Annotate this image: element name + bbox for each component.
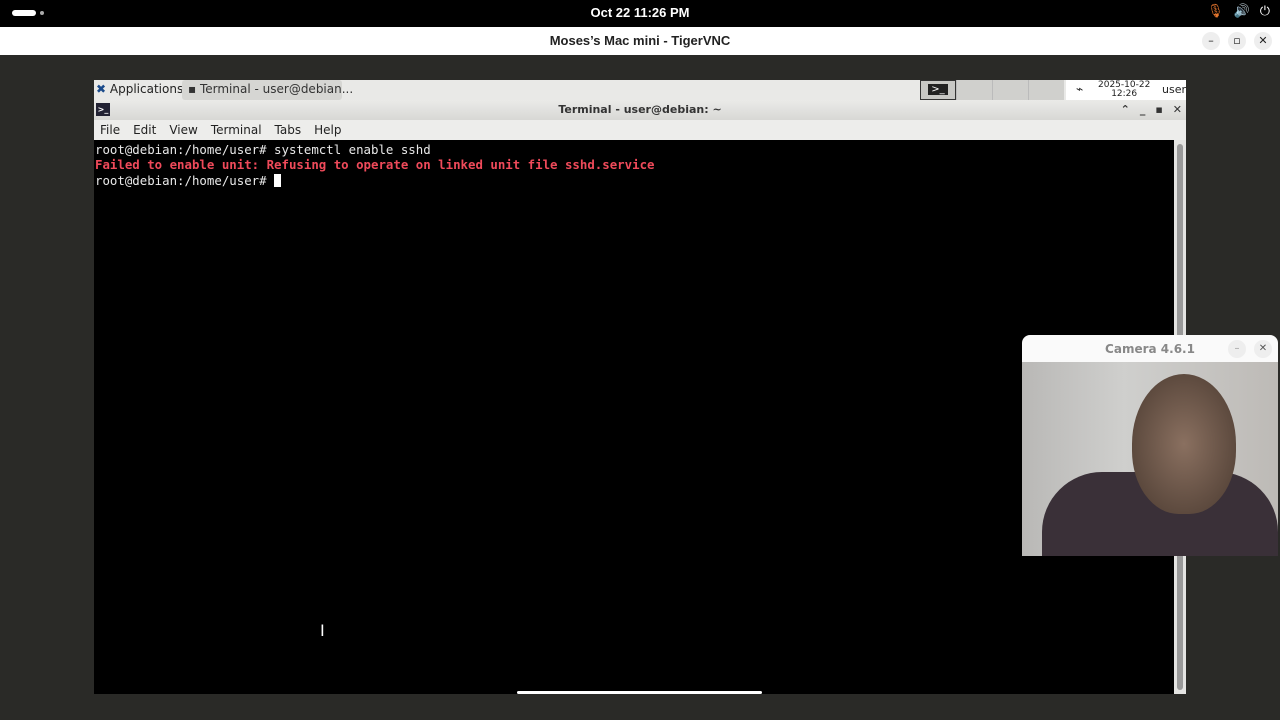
text-cursor-icon: I: [320, 621, 325, 640]
xfce-panel: ✖ Applications ▪ Terminal - user@debian.…: [94, 80, 1186, 100]
applications-label: Applications: [109, 82, 184, 96]
terminal-cursor: [274, 173, 282, 187]
maximize-button[interactable]: ▫: [1228, 32, 1246, 50]
terminal-icon: ▪: [188, 82, 197, 96]
clock[interactable]: Oct 22 11:26 PM: [0, 5, 1280, 20]
network-icon[interactable]: ⌁: [1076, 82, 1083, 96]
menu-view[interactable]: View: [169, 120, 197, 140]
camera-video-feed: [1022, 362, 1278, 556]
close-button[interactable]: ✕: [1254, 32, 1272, 50]
menu-terminal[interactable]: Terminal: [211, 120, 262, 140]
workspace-3[interactable]: [992, 80, 1028, 100]
workspace-1[interactable]: >_: [920, 80, 956, 100]
microphone-icon[interactable]: 🎙: [1207, 4, 1224, 19]
menu-file[interactable]: File: [100, 120, 120, 140]
workspace-4[interactable]: [1028, 80, 1064, 100]
xfce-logo-icon: ✖: [96, 82, 107, 96]
applications-menu[interactable]: ✖ Applications: [96, 82, 183, 96]
menu-edit[interactable]: Edit: [133, 120, 156, 140]
terminal-app-icon: >_: [96, 103, 110, 116]
shade-button[interactable]: ⌃: [1121, 100, 1130, 120]
home-indicator[interactable]: [517, 691, 762, 694]
power-icon[interactable]: ⏻: [1260, 4, 1270, 19]
system-top-bar: Oct 22 11:26 PM 🎙 🔊 ⏻: [0, 0, 1280, 27]
user-menu[interactable]: user: [1162, 83, 1186, 96]
workspace-2[interactable]: [956, 80, 992, 100]
terminal-titlebar: >_ Terminal - user@debian: ~ ⌃ _ ▪ ✕: [94, 100, 1186, 120]
menu-help[interactable]: Help: [314, 120, 341, 140]
terminal-line-error: Failed to enable unit: Refusing to opera…: [95, 157, 655, 173]
terminal-menubar: File Edit View Terminal Tabs Help: [94, 120, 1186, 140]
terminal-minimize-button[interactable]: _: [1140, 100, 1146, 120]
terminal-close-button[interactable]: ✕: [1173, 100, 1182, 120]
terminal-title: Terminal - user@debian: ~: [558, 103, 722, 116]
camera-minimize-button[interactable]: –: [1228, 340, 1246, 358]
terminal-output[interactable]: root@debian:/home/user# systemctl enable…: [94, 140, 1174, 694]
prompt-text: root@debian:/home/user#: [95, 172, 275, 188]
vnc-window-title: Moses’s Mac mini - TigerVNC: [549, 33, 731, 48]
taskbar-label: Terminal - user@debian...: [199, 82, 354, 96]
camera-close-button[interactable]: ✕: [1254, 340, 1272, 358]
taskbar-terminal[interactable]: ▪ Terminal - user@debian...: [182, 80, 353, 100]
vnc-window-titlebar: Moses’s Mac mini - TigerVNC – ▫ ✕: [0, 27, 1280, 55]
terminal-line-prompt: root@debian:/home/user#: [95, 173, 1173, 188]
system-tray: ⌁ 2025-10-22 12:26 user: [1066, 80, 1186, 100]
menu-tabs[interactable]: Tabs: [275, 120, 302, 140]
person-head: [1132, 374, 1236, 514]
tray-time[interactable]: 12:26: [1098, 90, 1150, 99]
minimize-button[interactable]: –: [1202, 32, 1220, 50]
terminal-line-command: root@debian:/home/user# systemctl enable…: [95, 142, 431, 157]
volume-icon[interactable]: 🔊: [1234, 4, 1250, 19]
camera-window[interactable]: Camera 4.6.1 – ✕: [1022, 335, 1278, 556]
terminal-maximize-button[interactable]: ▪: [1155, 100, 1162, 120]
